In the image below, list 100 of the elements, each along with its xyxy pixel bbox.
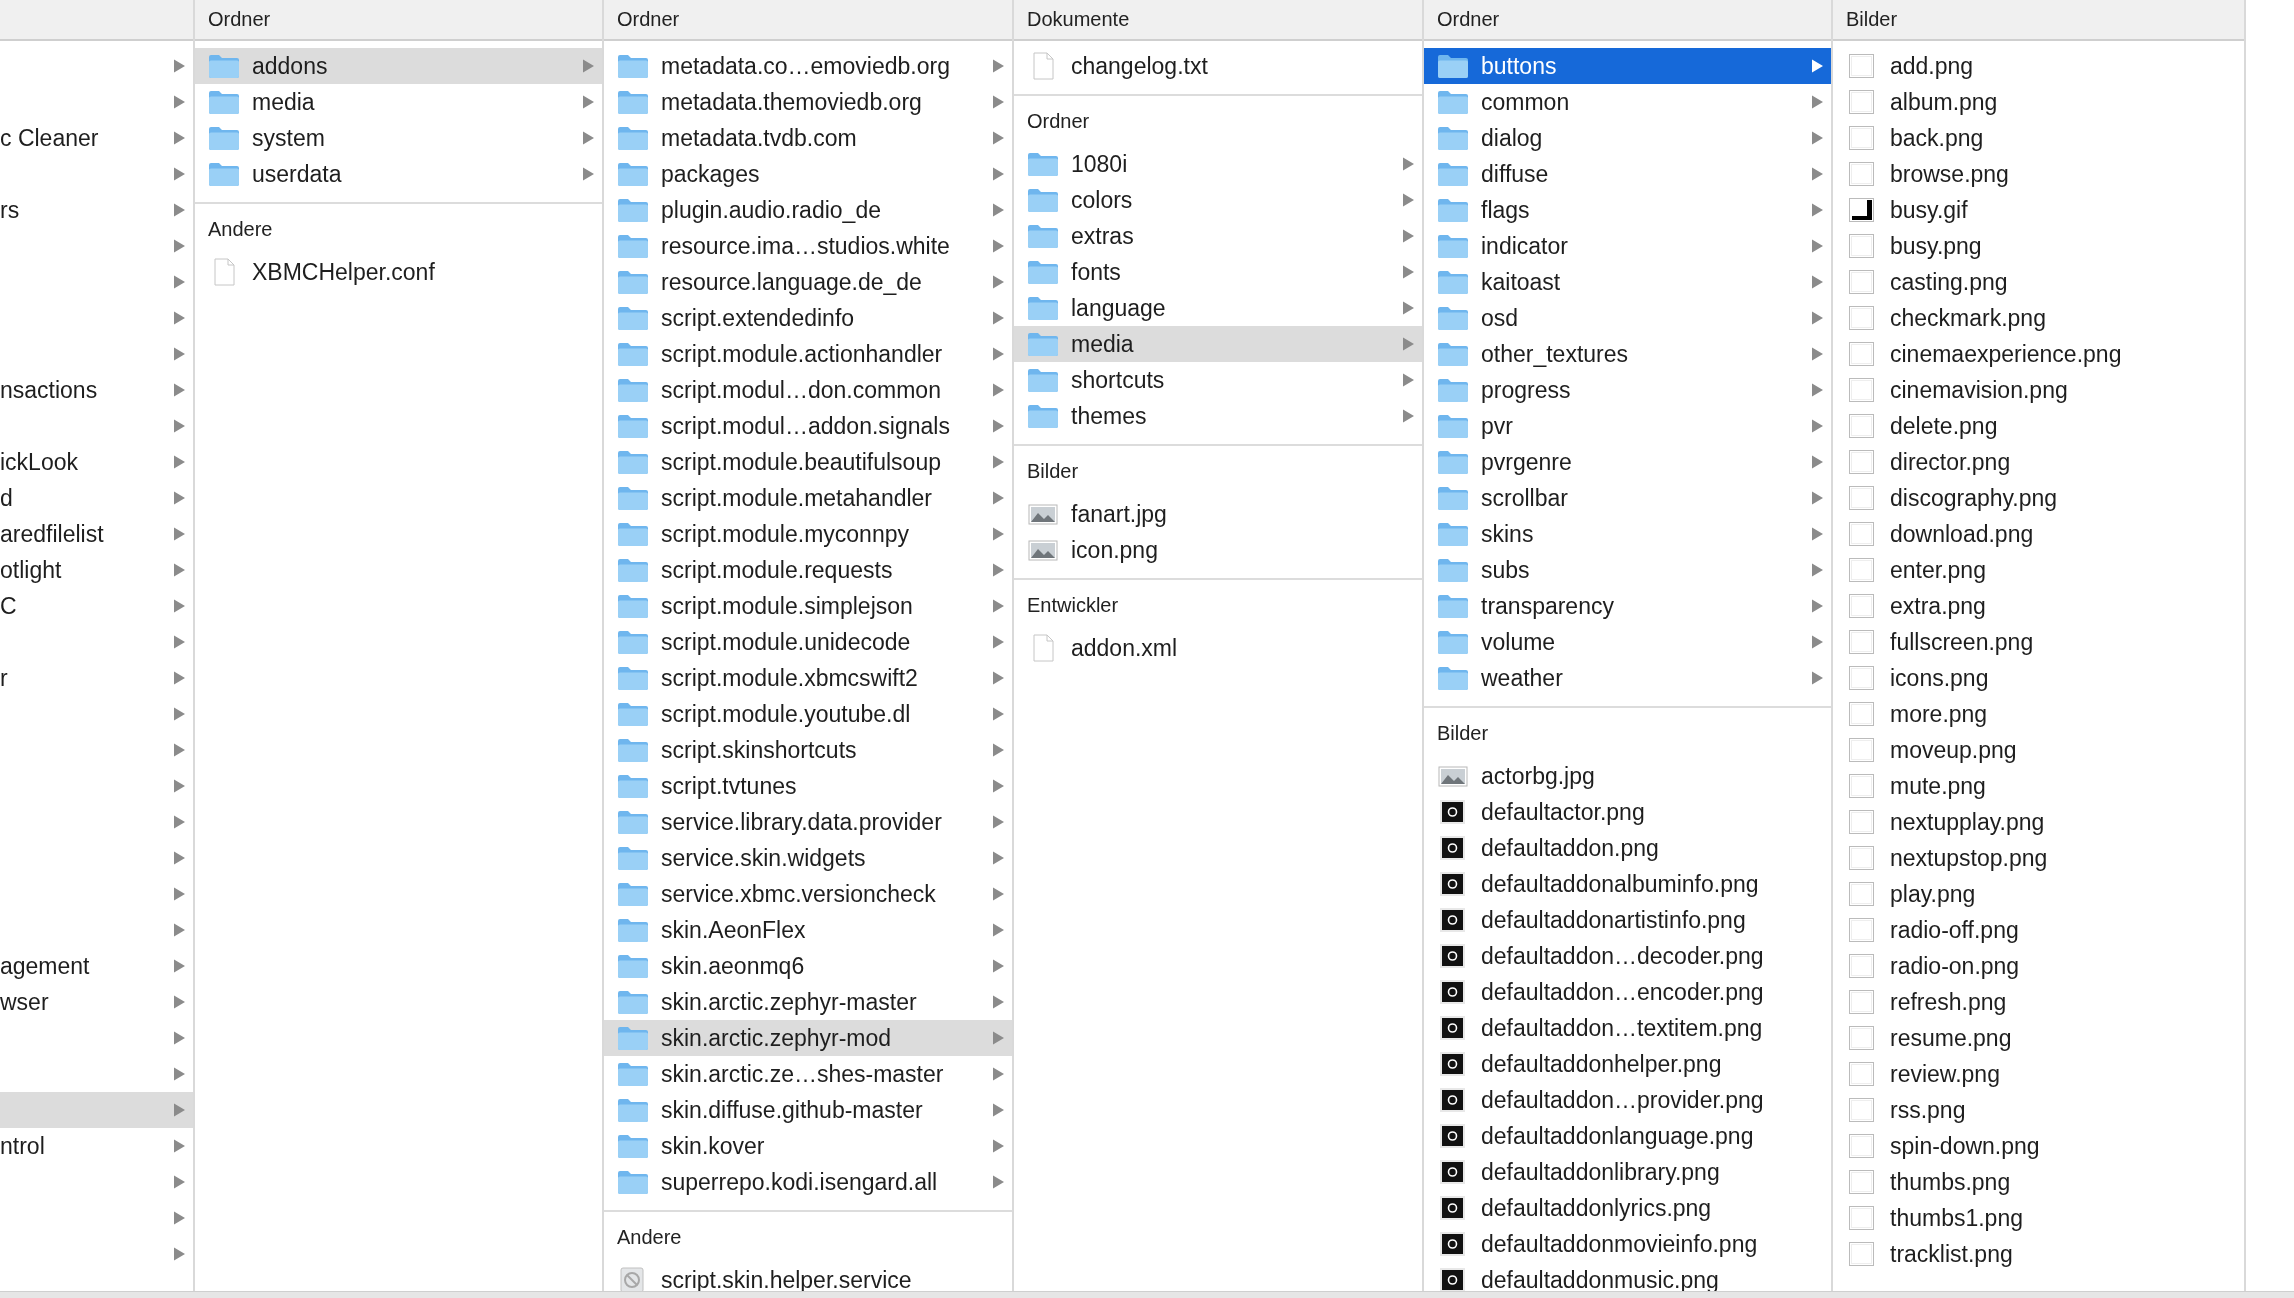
file-list-item[interactable]: defaultaddon…textitem.png xyxy=(1424,1010,1831,1046)
file-list-item[interactable]: radio-off.png xyxy=(1833,912,2244,948)
file-list-item[interactable]: refresh.png xyxy=(1833,984,2244,1020)
file-list-item[interactable]: script.module.simplejson xyxy=(604,588,1012,624)
file-list-item[interactable]: otlight xyxy=(0,552,193,588)
file-list-item[interactable]: tracklist.png xyxy=(1833,1236,2244,1272)
file-list-item[interactable]: scrollbar xyxy=(1424,480,1831,516)
file-list-item[interactable]: checkmark.png xyxy=(1833,300,2244,336)
file-list-item[interactable]: indicator xyxy=(1424,228,1831,264)
file-list-item[interactable]: skin.arctic.ze…shes-master xyxy=(604,1056,1012,1092)
file-list-item[interactable]: metadata.tvdb.com xyxy=(604,120,1012,156)
file-list-item[interactable]: osd xyxy=(1424,300,1831,336)
file-list-item[interactable]: busy.png xyxy=(1833,228,2244,264)
file-list-item[interactable]: mute.png xyxy=(1833,768,2244,804)
file-list-item[interactable]: metadata.co…emoviedb.org xyxy=(604,48,1012,84)
file-list-item[interactable]: pvr xyxy=(1424,408,1831,444)
file-list-item[interactable]: media xyxy=(195,84,602,120)
file-list-item[interactable]: volume xyxy=(1424,624,1831,660)
file-list-item[interactable]: dialog xyxy=(1424,120,1831,156)
file-list-item[interactable]: enter.png xyxy=(1833,552,2244,588)
file-list-item[interactable]: defaultaddonlanguage.png xyxy=(1424,1118,1831,1154)
file-list-item[interactable]: moveup.png xyxy=(1833,732,2244,768)
file-list-item[interactable]: flags xyxy=(1424,192,1831,228)
file-list-item[interactable]: metadata.themoviedb.org xyxy=(604,84,1012,120)
file-list-item[interactable]: progress xyxy=(1424,372,1831,408)
file-list-item[interactable]: nsactions xyxy=(0,372,193,408)
file-list-item[interactable]: defaultaddonalbuminfo.png xyxy=(1424,866,1831,902)
file-list-item[interactable]: changelog.txt xyxy=(1014,48,1422,84)
file-list-item[interactable]: weather xyxy=(1424,660,1831,696)
file-list-item[interactable]: defaultaddonartistinfo.png xyxy=(1424,902,1831,938)
file-list-item[interactable]: 1080i xyxy=(1014,146,1422,182)
file-list-item[interactable]: play.png xyxy=(1833,876,2244,912)
file-list-item[interactable]: defaultaddonlibrary.png xyxy=(1424,1154,1831,1190)
file-list-item[interactable]: skin.kover xyxy=(604,1128,1012,1164)
file-list-item[interactable]: service.library.data.provider xyxy=(604,804,1012,840)
file-list-item[interactable]: defaultaddon…decoder.png xyxy=(1424,938,1831,974)
file-list-item[interactable]: script.extendedinfo xyxy=(604,300,1012,336)
file-list-item[interactable]: script.module.myconnpy xyxy=(604,516,1012,552)
file-list-item[interactable]: system xyxy=(195,120,602,156)
file-list-item[interactable]: service.skin.widgets xyxy=(604,840,1012,876)
file-list-item[interactable]: script.module.beautifulsoup xyxy=(604,444,1012,480)
file-list-item[interactable]: themes xyxy=(1014,398,1422,434)
file-list-item[interactable]: resource.ima…studios.white xyxy=(604,228,1012,264)
file-list-item[interactable]: diffuse xyxy=(1424,156,1831,192)
file-list-item[interactable]: skins xyxy=(1424,516,1831,552)
file-list-item[interactable]: defaultaddonmovieinfo.png xyxy=(1424,1226,1831,1262)
file-list-item[interactable]: thumbs1.png xyxy=(1833,1200,2244,1236)
file-list-item[interactable]: agement xyxy=(0,948,193,984)
file-list-item[interactable]: fonts xyxy=(1014,254,1422,290)
file-list-item[interactable]: defaultaddonhelper.png xyxy=(1424,1046,1831,1082)
file-list-item[interactable]: radio-on.png xyxy=(1833,948,2244,984)
file-list-item[interactable]: nextupstop.png xyxy=(1833,840,2244,876)
file-list-item[interactable]: more.png xyxy=(1833,696,2244,732)
file-list-item[interactable]: buttons xyxy=(1424,48,1831,84)
file-list-item[interactable]: back.png xyxy=(1833,120,2244,156)
file-list-item[interactable]: service.xbmc.versioncheck xyxy=(604,876,1012,912)
file-list-item[interactable]: r xyxy=(0,660,193,696)
file-list-item[interactable]: language xyxy=(1014,290,1422,326)
file-list-item[interactable]: skin.aeonmq6 xyxy=(604,948,1012,984)
file-list-item[interactable]: defaultaddonlyrics.png xyxy=(1424,1190,1831,1226)
file-list-item[interactable]: script.module.xbmcswift2 xyxy=(604,660,1012,696)
file-list-item[interactable]: wser xyxy=(0,984,193,1020)
file-list-item[interactable]: defaultactor.png xyxy=(1424,794,1831,830)
file-list-item[interactable]: script.skinshortcuts xyxy=(604,732,1012,768)
file-list-item[interactable]: common xyxy=(1424,84,1831,120)
file-list-item[interactable]: resume.png xyxy=(1833,1020,2244,1056)
file-list-item[interactable]: cinemaexperience.png xyxy=(1833,336,2244,372)
file-list-item[interactable]: defaultaddon…provider.png xyxy=(1424,1082,1831,1118)
file-list-item[interactable]: nextupplay.png xyxy=(1833,804,2244,840)
file-list-item[interactable]: kaitoast xyxy=(1424,264,1831,300)
file-list-item[interactable]: aredfilelist xyxy=(0,516,193,552)
file-list-item[interactable]: transparency xyxy=(1424,588,1831,624)
file-list-item[interactable]: subs xyxy=(1424,552,1831,588)
file-list-item[interactable]: media xyxy=(1014,326,1422,362)
file-list-item[interactable]: delete.png xyxy=(1833,408,2244,444)
file-list-item[interactable]: ickLook xyxy=(0,444,193,480)
file-list-item[interactable]: skin.arctic.zephyr-master xyxy=(604,984,1012,1020)
file-list-item[interactable]: spin-down.png xyxy=(1833,1128,2244,1164)
file-list-item[interactable]: c Cleaner xyxy=(0,120,193,156)
file-list-item[interactable]: ntrol xyxy=(0,1128,193,1164)
file-list-item[interactable]: script.module.unidecode xyxy=(604,624,1012,660)
file-list-item[interactable]: busy.gif xyxy=(1833,192,2244,228)
file-list-item[interactable]: extras xyxy=(1014,218,1422,254)
file-list-item[interactable]: extra.png xyxy=(1833,588,2244,624)
file-list-item[interactable]: defaultaddon.png xyxy=(1424,830,1831,866)
file-list-item[interactable]: download.png xyxy=(1833,516,2244,552)
file-list-item[interactable]: script.tvtunes xyxy=(604,768,1012,804)
file-list-item[interactable]: skin.AeonFlex xyxy=(604,912,1012,948)
file-list-item[interactable]: director.png xyxy=(1833,444,2244,480)
file-list-item[interactable]: defaultaddon…encoder.png xyxy=(1424,974,1831,1010)
file-list-item[interactable]: addon.xml xyxy=(1014,630,1422,666)
file-list-item[interactable]: C xyxy=(0,588,193,624)
file-list-item[interactable]: fullscreen.png xyxy=(1833,624,2244,660)
file-list-item[interactable]: fanart.jpg xyxy=(1014,496,1422,532)
file-list-item[interactable]: superrepo.kodi.isengard.all xyxy=(604,1164,1012,1200)
file-list-item[interactable]: script.module.requests xyxy=(604,552,1012,588)
file-list-item[interactable]: thumbs.png xyxy=(1833,1164,2244,1200)
file-list-item[interactable]: rs xyxy=(0,192,193,228)
file-list-item[interactable]: other_textures xyxy=(1424,336,1831,372)
file-list-item[interactable]: script.modul…don.common xyxy=(604,372,1012,408)
